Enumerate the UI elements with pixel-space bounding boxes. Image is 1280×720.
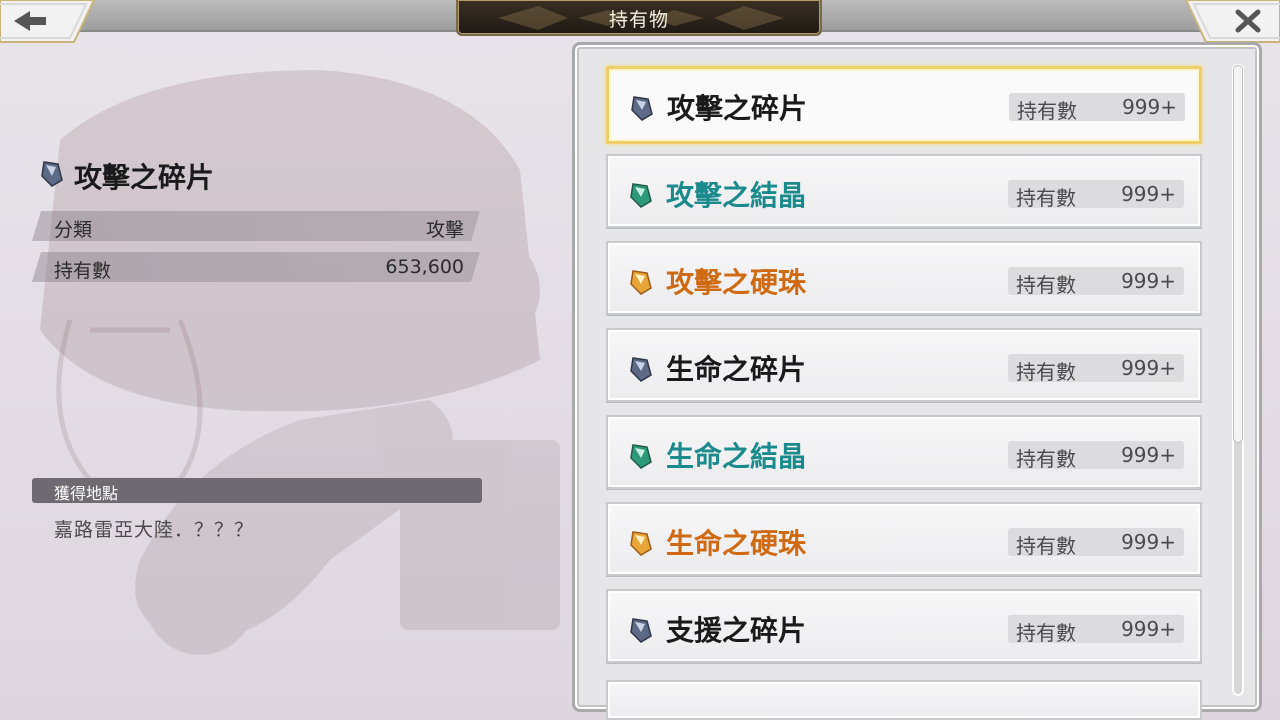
detail-item-name: 攻擊之碎片: [74, 161, 215, 194]
category-value: 攻擊: [425, 219, 464, 241]
quantity-value: 999+: [1121, 617, 1176, 641]
item-name: 生命之碎片: [666, 353, 807, 386]
quantity-label: 持有數: [1016, 447, 1076, 471]
close-button[interactable]: [1184, 0, 1280, 44]
quantity-value: 999+: [1121, 356, 1176, 380]
quantity-value: 999+: [1122, 95, 1177, 119]
item-name: 生命之結晶: [666, 440, 807, 473]
shard-gray-icon: [630, 618, 652, 643]
shard-gray-icon: [631, 96, 653, 121]
quantity-box: 持有數 999+: [1008, 354, 1184, 384]
quantity-label: 持有數: [1016, 534, 1076, 558]
quantity-box: 持有數 999+: [1008, 441, 1184, 471]
quantity-label: 持有數: [1016, 360, 1076, 384]
item-name: 攻擊之結晶: [666, 179, 807, 212]
category-label: 分類: [54, 219, 93, 241]
quantity-box: 持有數 999+: [1008, 267, 1184, 297]
page-title: 持有物: [608, 9, 669, 31]
quantity-label: 持有數: [1016, 186, 1076, 210]
list-item[interactable]: 攻擊之結晶 持有數 999+: [606, 154, 1202, 228]
list-item[interactable]: 支援之碎片 持有數 999+: [606, 589, 1202, 663]
quantity-label: 持有數: [1016, 273, 1076, 297]
item-name: 生命之硬珠: [666, 527, 807, 560]
item-name: 攻擊之碎片: [667, 92, 808, 125]
source-header: 獲得地點: [32, 478, 482, 503]
item-name: 支援之碎片: [666, 614, 807, 647]
crystal-green-icon: [630, 444, 652, 469]
list-item[interactable]: 生命之結晶 持有數 999+: [606, 415, 1202, 489]
quantity-value: 999+: [1121, 443, 1176, 467]
crystal-green-icon: [630, 183, 652, 208]
gem-gold-icon: [630, 270, 652, 295]
quantity-value: 999+: [1121, 269, 1176, 293]
list-item-partial[interactable]: [606, 680, 1202, 720]
list-item[interactable]: 生命之碎片 持有數 999+: [606, 328, 1202, 402]
shard-gray-icon: [41, 161, 63, 187]
detail-row-category: 分類 攻擊: [32, 211, 480, 241]
shard-gray-icon: [630, 357, 652, 382]
scrollbar-thumb[interactable]: [1234, 66, 1242, 442]
back-button[interactable]: [0, 0, 96, 44]
quantity-box: 持有數 999+: [1008, 528, 1184, 558]
source-header-label: 獲得地點: [54, 484, 119, 503]
quantity-box: 持有數 999+: [1009, 93, 1185, 123]
quantity-value: 999+: [1121, 530, 1176, 554]
count-value: 653,600: [385, 256, 464, 278]
gem-gold-icon: [630, 531, 652, 556]
source-location: 嘉路雷亞大陸．？？？: [54, 519, 255, 541]
title-plate: 持有物: [456, 0, 822, 36]
quantity-value: 999+: [1121, 182, 1176, 206]
item-name: 攻擊之硬珠: [666, 266, 807, 299]
quantity-label: 持有數: [1017, 99, 1077, 123]
quantity-box: 持有數 999+: [1008, 615, 1184, 645]
list-item[interactable]: 攻擊之碎片 持有數 999+: [606, 66, 1202, 144]
count-label: 持有數: [54, 260, 112, 282]
list-item[interactable]: 攻擊之硬珠 持有數 999+: [606, 241, 1202, 315]
quantity-box: 持有數 999+: [1008, 180, 1184, 210]
detail-row-count: 持有數 653,600: [32, 252, 480, 282]
list-item[interactable]: 生命之硬珠 持有數 999+: [606, 502, 1202, 576]
quantity-label: 持有數: [1016, 621, 1076, 645]
